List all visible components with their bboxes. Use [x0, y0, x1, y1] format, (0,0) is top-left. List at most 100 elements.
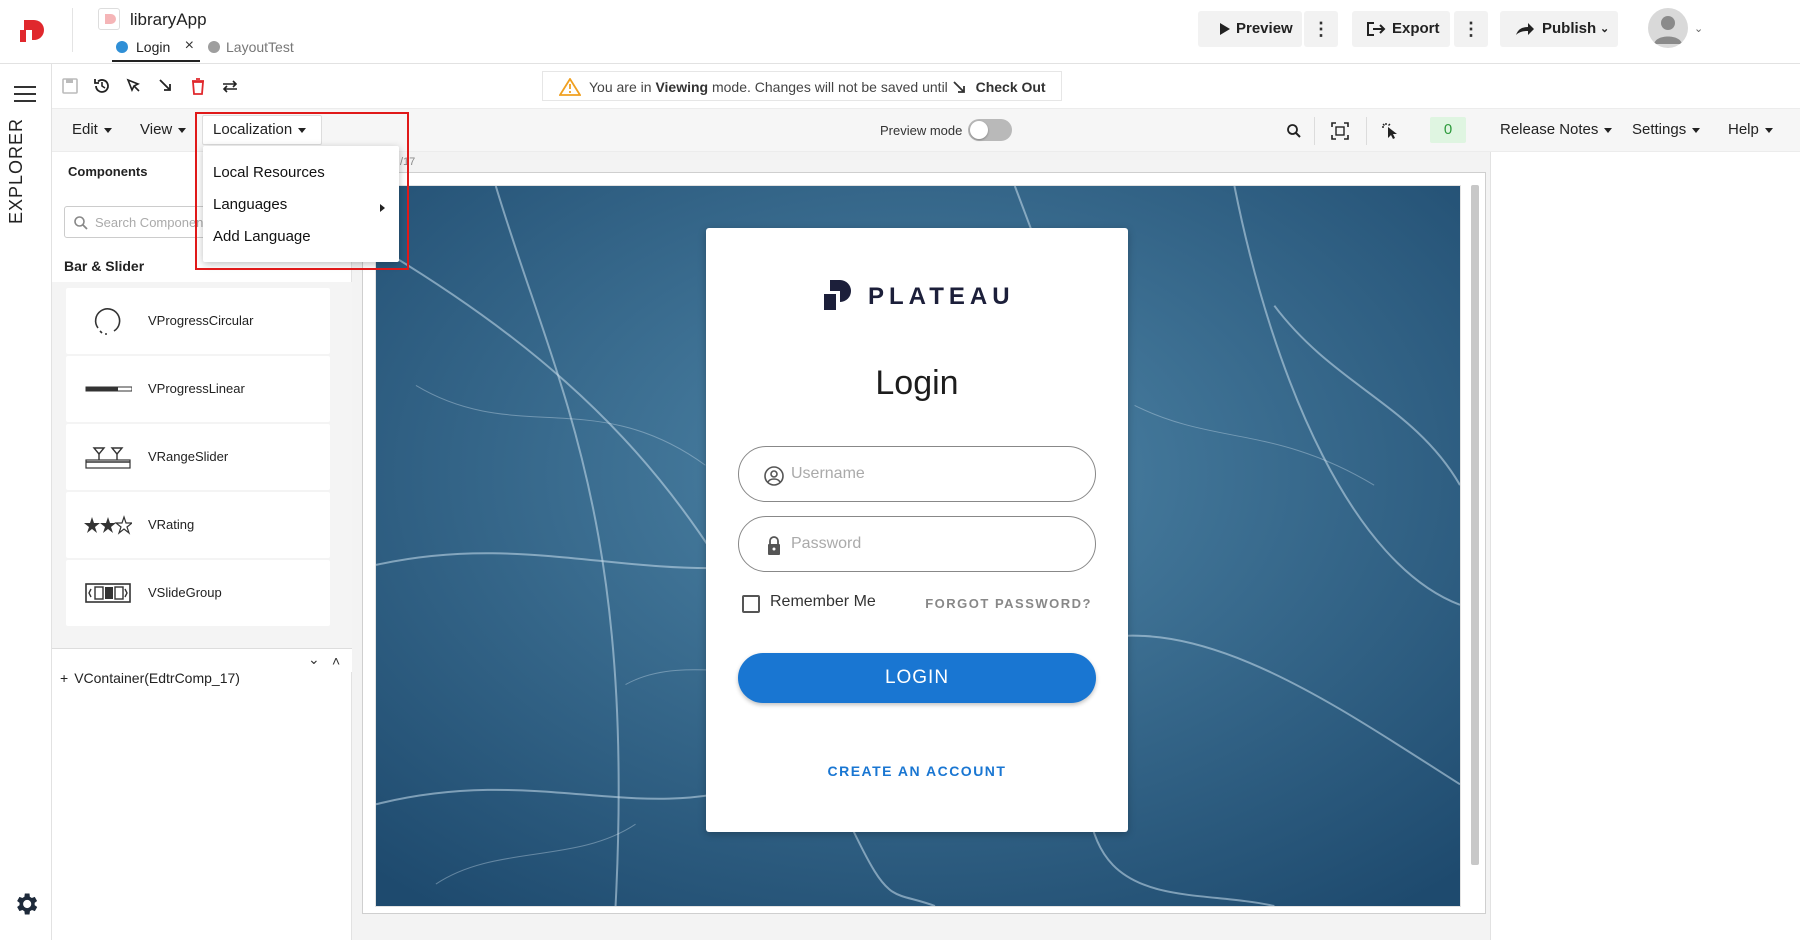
divider — [1314, 117, 1315, 145]
caret-down-icon — [103, 127, 112, 133]
components-panel: Components Search Components Bar & Slide… — [52, 152, 352, 940]
user-icon — [1654, 16, 1682, 44]
menu-help[interactable]: Help — [1728, 121, 1773, 138]
save-icon[interactable] — [60, 76, 80, 96]
create-account-link[interactable]: CREATE AN ACCOUNT — [706, 763, 1128, 779]
export-more-button[interactable]: ⋮ — [1454, 11, 1488, 47]
banner-mode: Viewing — [655, 79, 709, 95]
expand-icon[interactable]: + — [60, 670, 68, 686]
menu-view[interactable]: View — [140, 121, 187, 138]
slide-group-icon — [85, 583, 131, 603]
focus-icon[interactable] — [1330, 121, 1350, 141]
login-title: Login — [875, 364, 959, 402]
publish-icon — [1516, 23, 1534, 35]
range-slider-icon — [85, 447, 131, 469]
user-circle-icon — [764, 466, 784, 486]
close-icon[interactable]: × — [185, 37, 194, 55]
checkout-icon — [953, 81, 965, 93]
username-field[interactable]: Username — [738, 446, 1096, 502]
rating-icon — [84, 515, 132, 535]
swap-icon[interactable] — [220, 76, 240, 96]
component-label: VProgressCircular — [148, 313, 254, 328]
checkout-link[interactable]: Check Out — [976, 79, 1046, 95]
viewing-mode-banner: You are in Viewing mode. Changes will no… — [542, 71, 1062, 101]
menu-icon[interactable] — [14, 86, 36, 107]
select-child-icon[interactable] — [156, 76, 176, 96]
remember-me-label: Remember Me — [770, 593, 876, 610]
tab-layouttest[interactable]: LayoutTest — [204, 38, 294, 62]
export-label: Export — [1392, 20, 1440, 37]
publish-button[interactable]: Publish ⌄ — [1500, 11, 1618, 47]
app-icon — [98, 8, 120, 30]
remember-me-checkbox[interactable] — [742, 595, 760, 613]
preview-button[interactable]: Preview — [1198, 11, 1302, 47]
component-item[interactable]: VRating — [66, 492, 330, 558]
plateau-mark-icon — [824, 280, 851, 310]
tree-item-label: VContainer(EdtrComp_17) — [74, 670, 240, 686]
tree-toolbar: ⌄ ˄ — [52, 648, 352, 672]
menu-view-label: View — [140, 121, 173, 138]
preview-more-button[interactable]: ⋮ — [1304, 11, 1338, 47]
menu-edit[interactable]: Edit — [72, 121, 112, 138]
menu-settings[interactable]: Settings — [1632, 121, 1701, 138]
preview-mode-toggle[interactable] — [968, 119, 1012, 141]
highlight-box — [195, 112, 409, 270]
delete-icon[interactable] — [188, 76, 208, 96]
menu-help-label: Help — [1728, 121, 1759, 138]
caret-down-icon — [1692, 127, 1701, 133]
toolbar: You are in Viewing mode. Changes will no… — [52, 64, 1800, 108]
scrollbar[interactable] — [1471, 185, 1479, 865]
component-label: VRating — [148, 517, 195, 532]
tab-components[interactable]: Components — [68, 164, 147, 179]
username-placeholder: Username — [791, 465, 865, 482]
play-icon — [1220, 23, 1230, 35]
divider — [72, 8, 73, 52]
menu-release-notes[interactable]: Release Notes — [1500, 121, 1613, 138]
component-item[interactable]: VRangeSlider — [66, 424, 330, 490]
menu-edit-label: Edit — [72, 121, 98, 138]
chevron-down-icon[interactable]: ⌄ — [1694, 22, 1703, 35]
history-icon[interactable] — [92, 76, 112, 96]
chevron-up-icon[interactable]: ˄ — [332, 653, 340, 669]
pointer-click-icon[interactable] — [1380, 121, 1400, 141]
chevron-down-icon: ⌄ — [1600, 23, 1610, 35]
preview-label: Preview — [1236, 20, 1293, 37]
chevron-down-icon[interactable]: ⌄ — [308, 651, 320, 668]
forgot-password-link[interactable]: FORGOT PASSWORD? — [925, 596, 1092, 611]
component-item[interactable]: VSlideGroup — [66, 560, 330, 626]
tab-login[interactable]: Login × — [112, 37, 200, 62]
login-card: PLATEAU Login Username Password Remember… — [706, 228, 1128, 832]
explorer-label[interactable]: EXPLORER — [6, 118, 27, 224]
password-field[interactable]: Password — [738, 516, 1096, 572]
brand-logo-icon[interactable] — [20, 18, 46, 44]
page-icon — [116, 41, 128, 53]
canvas-frame: PLATEAU Login Username Password Remember… — [362, 172, 1486, 914]
avatar[interactable] — [1648, 8, 1688, 48]
select-parent-icon[interactable] — [124, 76, 144, 96]
export-button[interactable]: Export — [1352, 11, 1450, 47]
banner-suffix: mode. Changes will not be saved until — [711, 79, 948, 95]
caret-down-icon — [1764, 127, 1773, 133]
toggle-knob — [970, 121, 988, 139]
component-list: VProgressCircular VProgressLinear VRange… — [52, 282, 352, 648]
search-icon[interactable] — [1286, 123, 1302, 139]
export-icon — [1367, 22, 1386, 36]
component-label: VProgressLinear — [148, 381, 245, 396]
properties-panel — [1490, 152, 1800, 940]
left-rail: EXPLORER — [0, 64, 52, 940]
category-title: Bar & Slider — [64, 258, 145, 274]
lock-icon — [768, 536, 780, 555]
gear-icon[interactable] — [12, 890, 40, 918]
page-preview[interactable]: PLATEAU Login Username Password Remember… — [375, 185, 1461, 907]
preview-mode-label: Preview mode — [880, 123, 963, 138]
tab-label: Login — [136, 39, 171, 55]
app-title: libraryApp — [130, 10, 207, 29]
component-item[interactable]: VProgressCircular — [66, 288, 330, 354]
tree-item[interactable]: + VContainer(EdtrComp_17) — [60, 670, 240, 686]
tab-label: LayoutTest — [226, 39, 294, 55]
login-button[interactable]: LOGIN — [738, 653, 1096, 703]
progress-circular-icon — [94, 308, 121, 335]
warning-icon — [559, 78, 581, 96]
component-item[interactable]: VProgressLinear — [66, 356, 330, 422]
counter-badge[interactable]: 0 — [1430, 117, 1466, 143]
